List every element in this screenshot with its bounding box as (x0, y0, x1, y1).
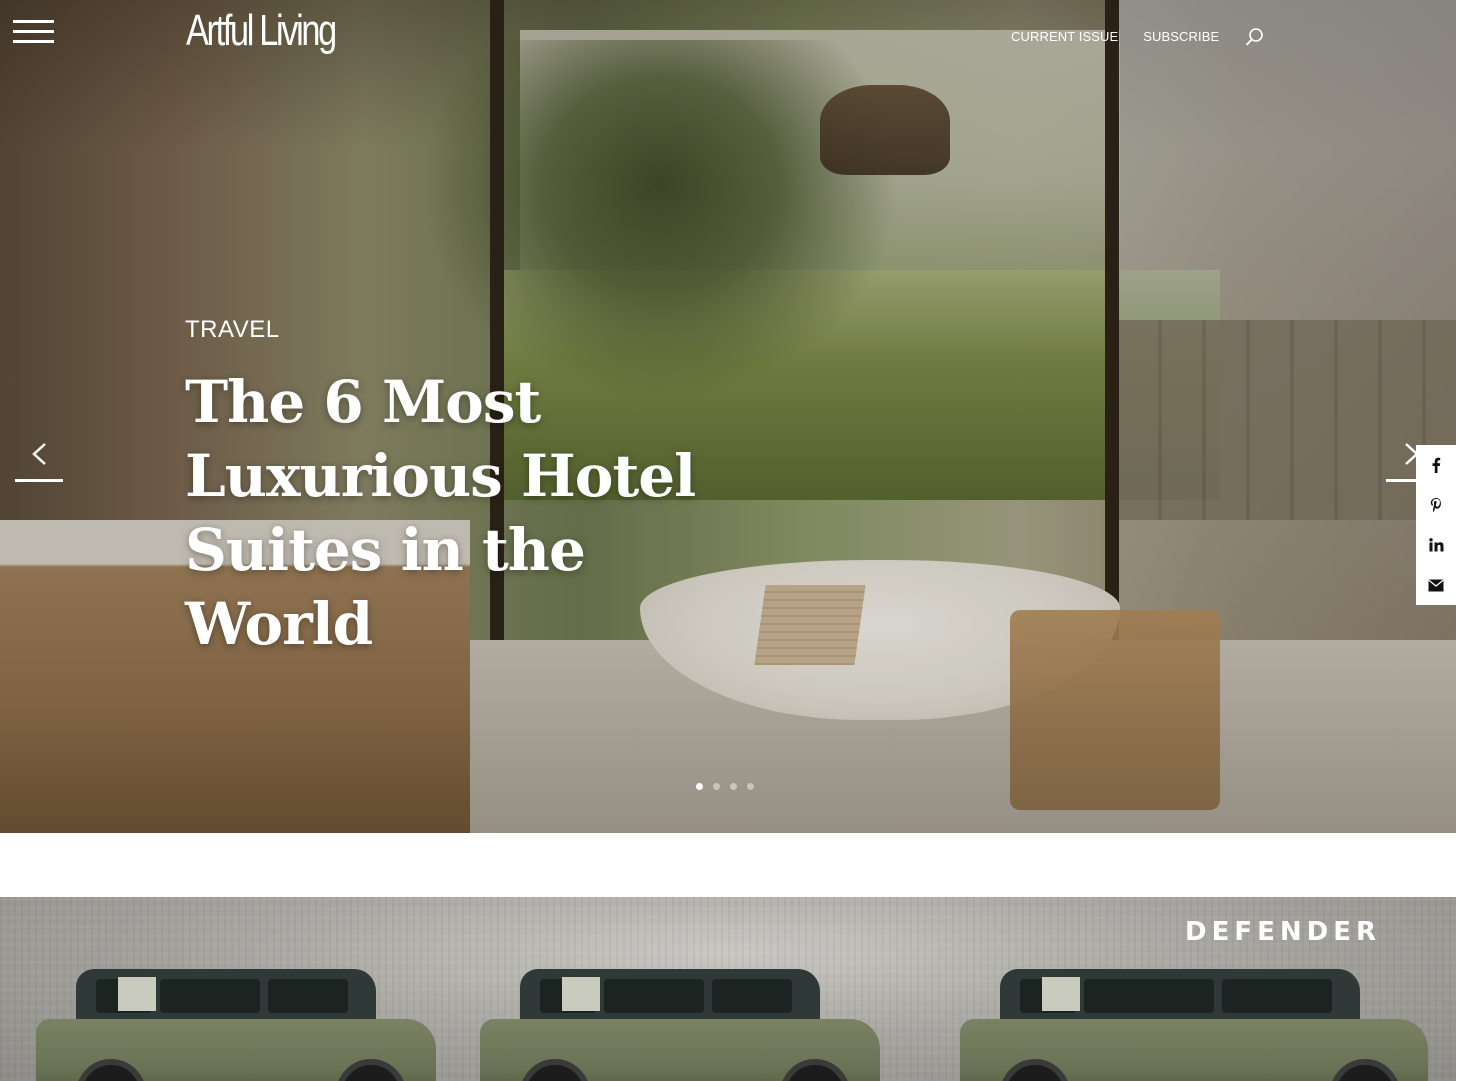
menu-bar (13, 40, 54, 43)
share-bar (1416, 445, 1456, 605)
nav-current-issue[interactable]: CURRENT ISSUE (1011, 29, 1118, 44)
hero-carousel: Artful Living CURRENT ISSUE SUBSCRIBE TR… (0, 0, 1456, 833)
search-icon[interactable] (1244, 26, 1266, 48)
carousel-dots (696, 783, 754, 790)
ad-vehicle-image (480, 959, 880, 1081)
carousel-dot[interactable] (747, 783, 754, 790)
chevron-left-icon (32, 443, 46, 465)
ad-brand-logo: DEFENDER (1185, 917, 1381, 947)
article-category[interactable]: TRAVEL (185, 316, 280, 344)
site-logo[interactable]: Artful Living (186, 6, 337, 56)
ad-vehicle-image (960, 959, 1428, 1081)
carousel-dot[interactable] (730, 783, 737, 790)
menu-bar (13, 20, 54, 23)
nav-subscribe[interactable]: SUBSCRIBE (1143, 29, 1219, 44)
ad-vehicle-image (36, 959, 436, 1081)
menu-bar (13, 30, 54, 33)
advertisement-banner[interactable]: DEFENDER (0, 897, 1456, 1081)
top-nav: CURRENT ISSUE SUBSCRIBE (1011, 29, 1219, 44)
email-icon[interactable] (1416, 565, 1456, 605)
pinterest-icon[interactable] (1416, 485, 1456, 525)
carousel-prev-button[interactable] (15, 440, 65, 482)
arrow-underline (15, 479, 63, 482)
facebook-icon[interactable] (1416, 445, 1456, 485)
carousel-dot[interactable] (713, 783, 720, 790)
carousel-dot[interactable] (696, 783, 703, 790)
article-headline[interactable]: The 6 Most Luxurious Hotel Suites in the… (185, 365, 785, 661)
linkedin-icon[interactable] (1416, 525, 1456, 565)
hamburger-menu-icon[interactable] (13, 20, 55, 44)
